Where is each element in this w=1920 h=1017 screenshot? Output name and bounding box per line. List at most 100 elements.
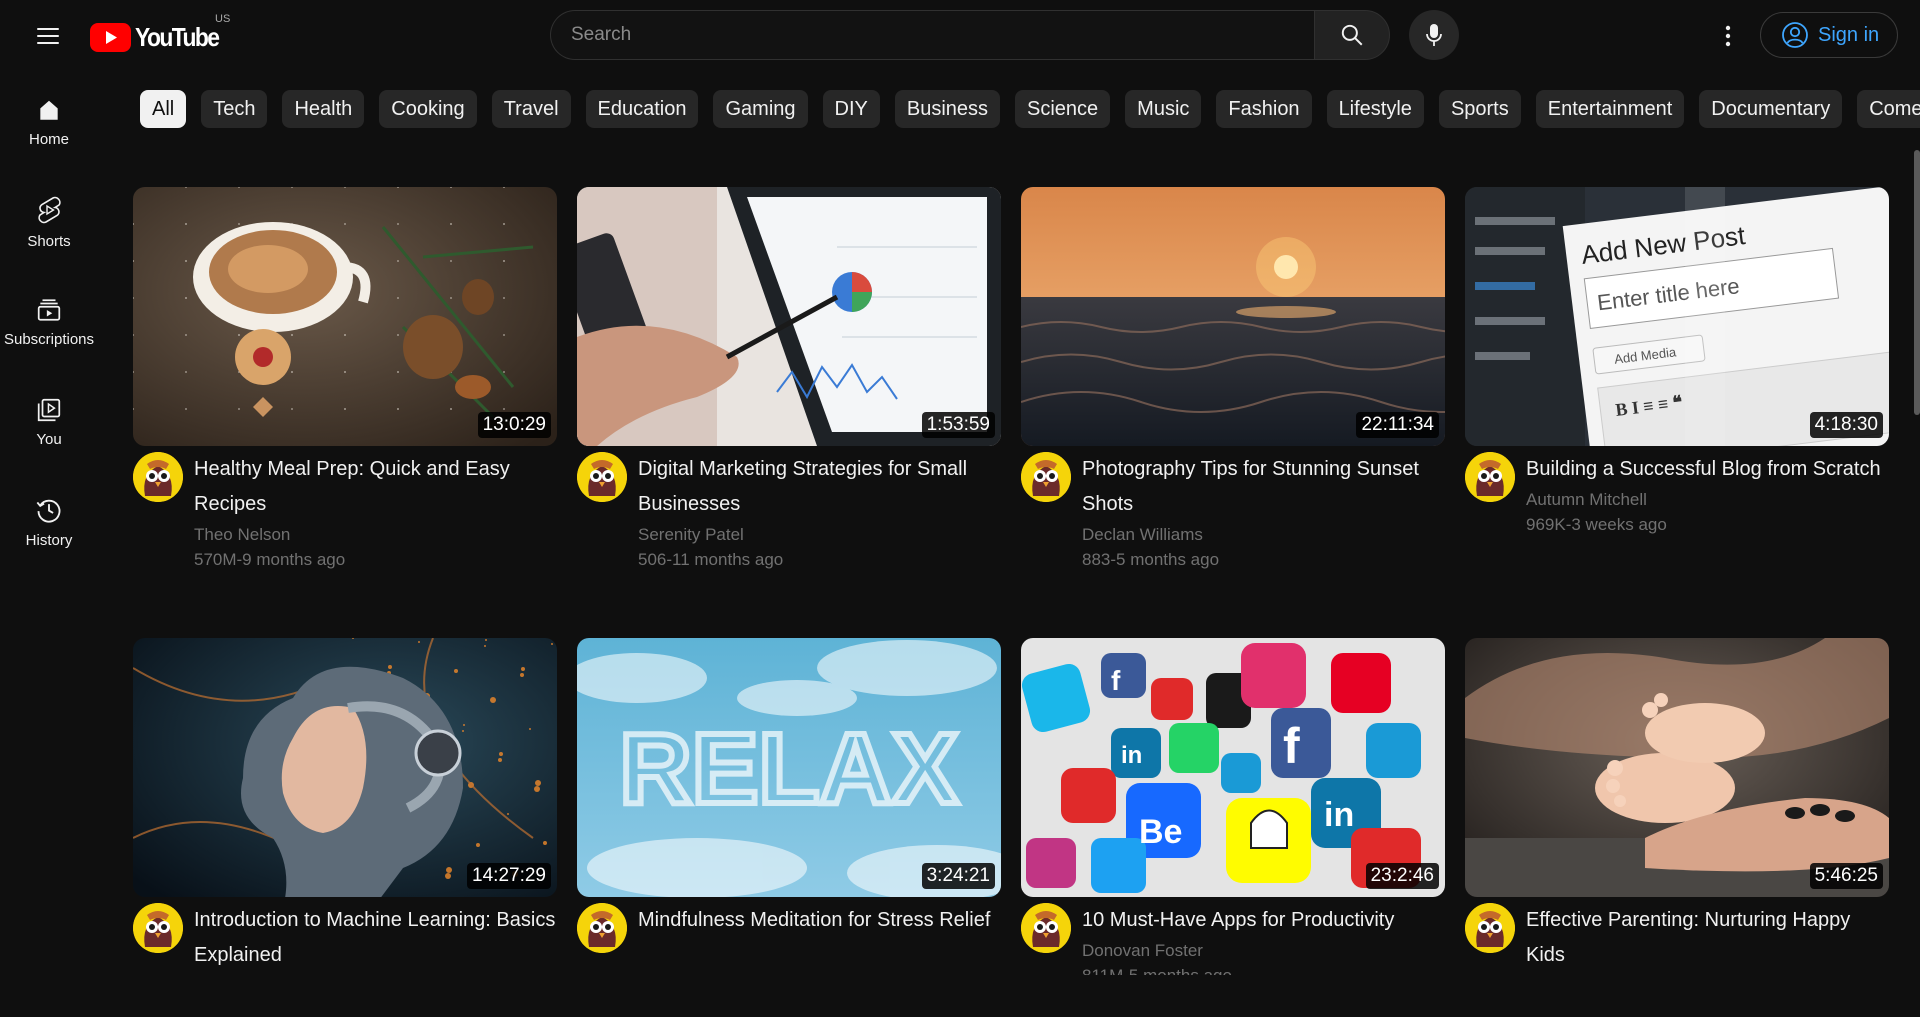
thumbnail-image: RELAX <box>577 638 1001 897</box>
video-meta: Mindfulness Meditation for Stress Relief <box>577 903 1001 953</box>
video-thumbnail[interactable]: 22:11:34 <box>1021 187 1445 446</box>
sign-in-button[interactable]: Sign in <box>1760 12 1898 58</box>
chip-all[interactable]: All <box>140 90 187 128</box>
sidebar-item-you[interactable]: You <box>0 372 98 472</box>
menu-line <box>37 28 59 30</box>
channel-avatar[interactable] <box>1021 452 1071 502</box>
video-meta: Effective Parenting: Nurturing Happy Kid… <box>1465 903 1889 973</box>
video-title[interactable]: Photography Tips for Stunning Sunset Sho… <box>1082 452 1445 522</box>
duration-badge: 5:46:25 <box>1809 863 1883 889</box>
svg-text:f: f <box>1111 665 1121 696</box>
owl-avatar-icon <box>133 903 183 953</box>
channel-name[interactable]: Theo Nelson <box>194 522 557 547</box>
search-button[interactable] <box>1314 10 1390 60</box>
sidebar-item-label: Home <box>28 130 69 148</box>
sidebar-item-shorts[interactable]: Shorts <box>0 172 98 272</box>
scrollbar-thumb[interactable] <box>1914 150 1920 415</box>
duration-badge: 23:2:46 <box>1365 863 1439 889</box>
video-title[interactable]: Healthy Meal Prep: Quick and Easy Recipe… <box>194 452 557 522</box>
chip-sports[interactable]: Sports <box>1438 90 1521 128</box>
video-card[interactable]: 14:27:29 Introduction to Machine Learnin… <box>133 638 557 973</box>
svg-text:in: in <box>1324 796 1354 834</box>
video-title[interactable]: Digital Marketing Strategies for Small B… <box>638 452 1001 522</box>
menu-line <box>37 42 59 44</box>
duration-badge: 13:0:29 <box>477 412 551 438</box>
category-chips-bar: All Tech Health Cooking Travel Education Gamin… <box>140 90 1920 130</box>
chip-comedy[interactable]: Comedy <box>1857 90 1920 128</box>
thumbnail-image <box>1465 638 1889 897</box>
sidebar: Home Shorts Subscriptions You History <box>0 72 98 572</box>
video-card[interactable]: 5:46:25 Effective Parenting: Nurturing H… <box>1465 638 1889 973</box>
channel-name[interactable]: Serenity Patel <box>638 522 1001 547</box>
channel-avatar[interactable] <box>1021 903 1071 953</box>
video-card[interactable]: f f Be in in 23:2:46 10 Must-Have Apps f… <box>1021 638 1445 988</box>
video-title[interactable]: Effective Parenting: Nurturing Happy Kid… <box>1526 903 1889 973</box>
channel-avatar[interactable] <box>1465 903 1515 953</box>
home-icon <box>40 100 58 120</box>
chip-diy[interactable]: DIY <box>822 90 880 128</box>
video-card[interactable]: Add New Post Enter title here Add Media … <box>1465 187 1889 537</box>
video-thumbnail[interactable]: RELAX 3:24:21 <box>577 638 1001 897</box>
video-stats: 883-5 months ago <box>1082 550 1220 569</box>
video-thumbnail[interactable]: 14:27:29 <box>133 638 557 897</box>
chip-tech[interactable]: Tech <box>201 90 268 128</box>
thumbnail-image <box>577 187 1001 446</box>
video-card[interactable]: 22:11:34 Photography Tips for Stunning S… <box>1021 187 1445 572</box>
channel-avatar[interactable] <box>577 452 627 502</box>
search-input[interactable] <box>550 10 1314 60</box>
sign-in-label: Sign in <box>1818 23 1880 46</box>
scrollbar[interactable] <box>1912 150 1920 1010</box>
owl-avatar-icon <box>577 452 627 502</box>
chip-entertainment[interactable]: Entertainment <box>1535 90 1685 128</box>
viewport-bottom-edge <box>98 975 1912 1017</box>
chip-science[interactable]: Science <box>1015 90 1111 128</box>
more-options-button[interactable] <box>1708 16 1748 56</box>
sidebar-item-subscriptions[interactable]: Subscriptions <box>0 272 98 372</box>
channel-name[interactable]: Declan Williams <box>1082 522 1445 547</box>
chip-health[interactable]: Health <box>282 90 365 128</box>
video-meta: Healthy Meal Prep: Quick and Easy Recipe… <box>133 452 557 572</box>
top-bar: YouTube US Sign in <box>0 0 1920 72</box>
thumbnail-image: Add New Post Enter title here Add Media … <box>1465 187 1889 446</box>
sidebar-item-home[interactable]: Home <box>0 72 98 172</box>
video-stats: 506-11 months ago <box>638 550 784 569</box>
channel-name[interactable]: Autumn Mitchell <box>1526 487 1889 512</box>
channel-avatar[interactable] <box>577 903 627 953</box>
video-meta: Photography Tips for Stunning Sunset Sho… <box>1021 452 1445 572</box>
voice-search-button[interactable] <box>1409 10 1459 60</box>
video-thumbnail[interactable]: 5:46:25 <box>1465 638 1889 897</box>
video-thumbnail[interactable]: 13:0:29 <box>133 187 557 446</box>
chip-documentary[interactable]: Documentary <box>1699 90 1843 128</box>
video-card[interactable]: 13:0:29 Healthy Meal Prep: Quick and Eas… <box>133 187 557 572</box>
thumbnail-image: f f Be in in <box>1021 638 1445 897</box>
video-title[interactable]: 10 Must-Have Apps for Productivity <box>1082 903 1445 938</box>
chip-education[interactable]: Education <box>585 90 699 128</box>
chip-travel[interactable]: Travel <box>491 90 571 128</box>
video-card[interactable]: 1:53:59 Digital Marketing Strategies for… <box>577 187 1001 572</box>
hamburger-menu-button[interactable] <box>28 20 68 52</box>
video-title[interactable]: Introduction to Machine Learning: Basics… <box>194 903 557 973</box>
video-card[interactable]: RELAX 3:24:21 Mindfulness Meditation for… <box>577 638 1001 953</box>
owl-avatar-icon <box>1021 452 1071 502</box>
chip-fashion[interactable]: Fashion <box>1216 90 1312 128</box>
chip-business[interactable]: Business <box>894 90 1001 128</box>
channel-avatar[interactable] <box>1465 452 1515 502</box>
sidebar-item-label: History <box>25 531 73 549</box>
video-thumbnail[interactable]: Add New Post Enter title here Add Media … <box>1465 187 1889 446</box>
sidebar-item-history[interactable]: History <box>0 472 98 572</box>
channel-name[interactable]: Donovan Foster <box>1082 938 1445 963</box>
channel-avatar[interactable] <box>133 452 183 502</box>
video-title[interactable]: Building a Successful Blog from Scratch <box>1526 452 1889 487</box>
chip-music[interactable]: Music <box>1125 90 1202 128</box>
video-thumbnail[interactable]: 1:53:59 <box>577 187 1001 446</box>
duration-badge: 1:53:59 <box>921 412 995 438</box>
chip-gaming[interactable]: Gaming <box>713 90 808 128</box>
chip-lifestyle[interactable]: Lifestyle <box>1326 90 1424 128</box>
duration-badge: 4:18:30 <box>1809 412 1883 438</box>
video-title[interactable]: Mindfulness Meditation for Stress Relief <box>638 903 1001 938</box>
video-thumbnail[interactable]: f f Be in in 23:2:46 <box>1021 638 1445 897</box>
chip-cooking[interactable]: Cooking <box>379 90 477 128</box>
channel-avatar[interactable] <box>133 903 183 953</box>
video-meta: Building a Successful Blog from Scratch … <box>1465 452 1889 537</box>
youtube-logo[interactable]: YouTube <box>90 19 230 55</box>
